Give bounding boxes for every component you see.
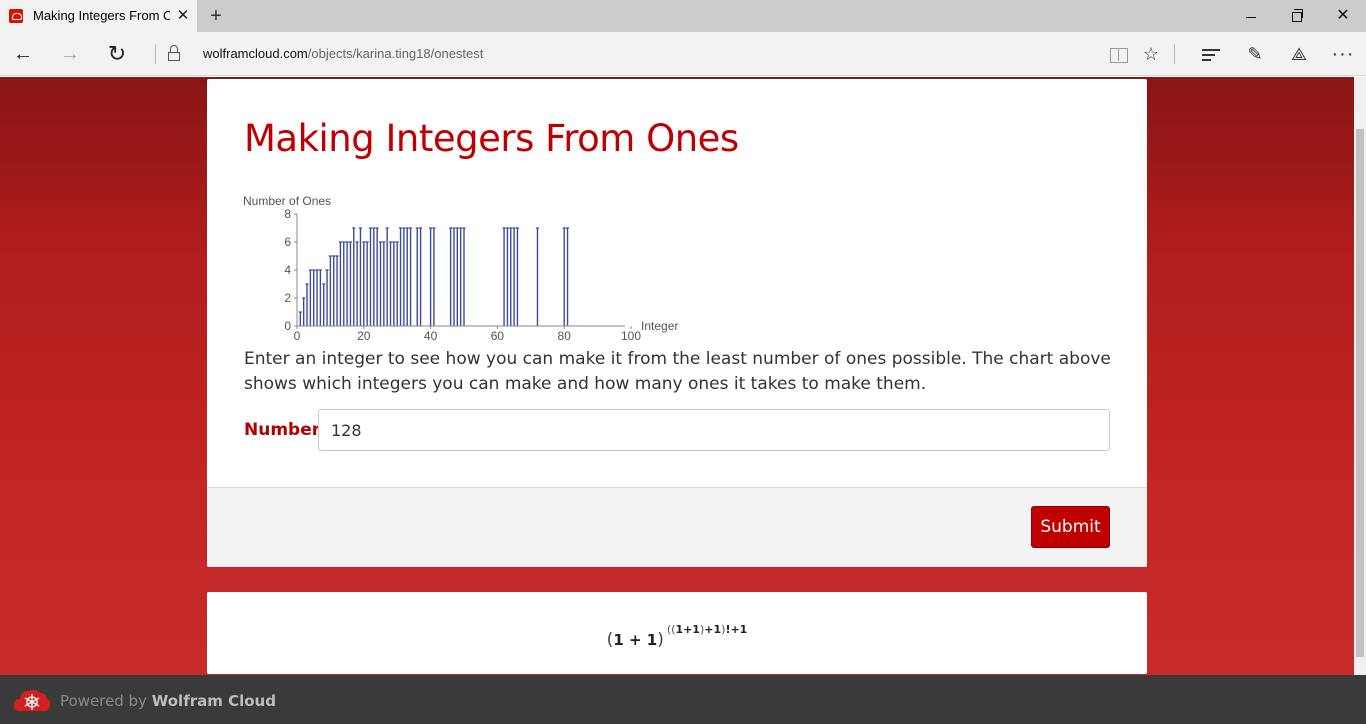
- favorite-star-icon[interactable]: ☆: [1137, 40, 1165, 68]
- x-tick-label: 100: [621, 329, 641, 343]
- y-tick-label: 8: [284, 207, 291, 221]
- title-bar: Making Integers From Ones ✕ + ✕: [0, 0, 1366, 32]
- lock-icon[interactable]: [167, 45, 181, 61]
- expression-base: (1 + 1): [606, 630, 664, 650]
- browser-tab[interactable]: Making Integers From Ones ✕: [0, 0, 197, 32]
- window-close-button[interactable]: ✕: [1320, 0, 1366, 32]
- x-axis-label: Integer: [641, 319, 678, 333]
- nav-divider: [155, 44, 156, 64]
- instructions-text: Enter an integer to see how you can make…: [244, 349, 1111, 394]
- chart-bars: [298, 227, 570, 326]
- x-tick-label: 0: [294, 329, 301, 343]
- forward-arrow-icon[interactable]: →: [54, 38, 86, 70]
- expression-exponent: ((1+1)+1)!+1: [666, 623, 748, 636]
- url-path: /objects/karina.ting18/onestest: [307, 46, 484, 61]
- reading-view-icon[interactable]: [1105, 40, 1133, 68]
- toolbar-divider: [1174, 44, 1175, 64]
- y-axis-label: Number of Ones: [243, 194, 331, 208]
- address-bar[interactable]: wolframcloud.com/objects/karina.ting18/o…: [203, 46, 483, 61]
- form-card: Making Integers From Ones 0 20 40 60 80 100 0 2…: [207, 79, 1147, 567]
- web-note-icon[interactable]: ✎: [1241, 40, 1269, 68]
- restore-icon: [1292, 9, 1303, 23]
- result-expression: (1 + 1)((1+1)+1)!+1: [207, 623, 1147, 650]
- tab-title: Making Integers From Ones: [33, 8, 170, 23]
- result-card: (1 + 1)((1+1)+1)!+1: [207, 592, 1147, 674]
- ones-chart: 0 20 40 60 80 100 0 2 4 6 8 Number of Ones Integer: [243, 194, 678, 343]
- x-tick-label: 80: [558, 329, 572, 343]
- x-tick-label: 20: [357, 329, 371, 343]
- close-tab-icon[interactable]: ✕: [174, 7, 192, 25]
- scrollbar-thumb[interactable]: [1356, 129, 1364, 657]
- x-tick-label: 60: [491, 329, 505, 343]
- wolfram-favicon-icon: [9, 9, 23, 23]
- submit-button[interactable]: Submit: [1031, 506, 1110, 548]
- minimize-button[interactable]: [1228, 0, 1274, 32]
- more-icon[interactable]: ···: [1329, 40, 1357, 68]
- vertical-scrollbar[interactable]: [1354, 77, 1366, 675]
- new-tab-icon[interactable]: +: [205, 5, 227, 27]
- refresh-icon[interactable]: ↻: [101, 38, 133, 70]
- wolfram-cloud-logo-icon[interactable]: [12, 685, 52, 715]
- page-title: Making Integers From Ones: [244, 117, 739, 160]
- y-tick-label: 0: [284, 319, 291, 333]
- hub-icon[interactable]: [1197, 40, 1225, 68]
- url-domain: wolframcloud.com: [203, 46, 308, 61]
- wolfram-footer: Powered by Wolfram Cloud: [0, 675, 1366, 724]
- share-icon[interactable]: ⟁: [1285, 40, 1313, 68]
- x-tick-label: 40: [424, 329, 438, 343]
- number-label: Number: [244, 420, 321, 440]
- wolfram-cloud-brand: Wolfram Cloud: [151, 692, 276, 710]
- restore-button[interactable]: [1274, 0, 1320, 32]
- y-tick-label: 2: [284, 291, 291, 305]
- minimize-icon: [1246, 16, 1256, 18]
- back-arrow-icon[interactable]: ←: [7, 38, 39, 70]
- y-tick-label: 4: [284, 263, 291, 277]
- page-viewport: Making Integers From Ones 0 20 40 60 80 100 0 2…: [0, 77, 1354, 675]
- form-footer: Submit: [207, 487, 1147, 567]
- powered-by-text: Powered by Wolfram Cloud: [60, 692, 276, 710]
- chart-ticks: 0 20 40 60 80 100 0 2 4 6 8: [284, 207, 641, 343]
- navigation-bar: ← → ↻ wolframcloud.com/objects/karina.ti…: [0, 32, 1366, 76]
- number-input[interactable]: [318, 409, 1110, 451]
- y-tick-label: 6: [284, 235, 291, 249]
